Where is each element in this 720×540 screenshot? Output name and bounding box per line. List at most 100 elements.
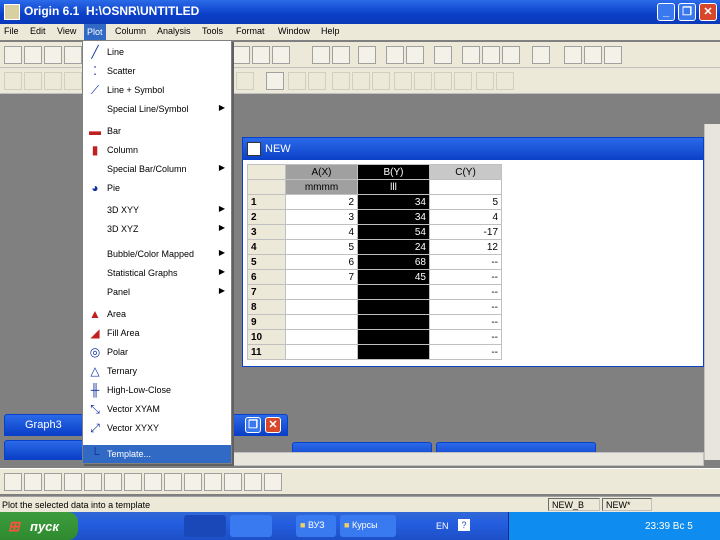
cell-c[interactable]: 12: [429, 239, 502, 255]
close-button[interactable]: ✕: [699, 3, 717, 21]
minimize-button[interactable]: _: [657, 3, 675, 21]
menu-plot[interactable]: Plot: [84, 24, 106, 40]
vector-xyxy-plot-icon[interactable]: [244, 473, 262, 491]
new-matrix-icon[interactable]: [64, 46, 82, 64]
duplicate-icon[interactable]: [406, 46, 424, 64]
plot-menu-item[interactable]: ⤢ Vector XYXY: [83, 419, 231, 437]
plot-menu-item[interactable]: ▬ Bar: [83, 122, 231, 140]
cell-a[interactable]: 4: [285, 224, 358, 240]
worksheet-new-window[interactable]: NEW A(X) B(Y) C(Y) mmmm lll 1 2 34 5 2 3 34 4 …: [242, 137, 704, 367]
column-header-a[interactable]: A(X): [285, 164, 358, 180]
row-header[interactable]: 3: [247, 224, 286, 240]
row-header[interactable]: 5: [247, 254, 286, 270]
plot-menu-item[interactable]: ⟋ Line + Symbol: [83, 81, 231, 99]
plot-menu-item[interactable]: ⤡ Vector XYAM: [83, 400, 231, 418]
row-header[interactable]: 6: [247, 269, 286, 285]
start-button[interactable]: ⊞ пуск: [0, 512, 78, 540]
menu-column[interactable]: Column: [115, 26, 146, 36]
pie-plot-icon[interactable]: [104, 473, 122, 491]
layer-tool4-icon[interactable]: [64, 72, 82, 90]
scatter-plot-icon[interactable]: [24, 473, 42, 491]
plot-menu-item[interactable]: Statistical Graphs ▶: [83, 264, 231, 282]
rectangle-tool-icon[interactable]: [476, 72, 494, 90]
vector-xyam-plot-icon[interactable]: [224, 473, 242, 491]
arrow-tool-icon[interactable]: [414, 72, 432, 90]
task-folder-kursy[interactable]: ■ Курсы: [340, 515, 396, 537]
minimized-window-3[interactable]: ❐ ✕: [232, 414, 288, 436]
cell-b[interactable]: 68: [357, 254, 430, 270]
print-icon[interactable]: [358, 46, 376, 64]
line-plot-icon[interactable]: [4, 473, 22, 491]
curved-arrow-tool-icon[interactable]: [434, 72, 452, 90]
menu-tools[interactable]: Tools: [202, 26, 223, 36]
row-header[interactable]: 8: [247, 299, 286, 315]
line-symbol-plot-icon[interactable]: [44, 473, 62, 491]
menu-window[interactable]: Window: [278, 26, 310, 36]
code-builder-icon[interactable]: [502, 46, 520, 64]
polar-plot-icon[interactable]: [164, 473, 182, 491]
fill-area-plot-icon[interactable]: [144, 473, 162, 491]
row-header[interactable]: 7: [247, 284, 286, 300]
layer-tool2-icon[interactable]: [24, 72, 42, 90]
row-header[interactable]: 2: [247, 209, 286, 225]
data-selector-icon[interactable]: [352, 72, 370, 90]
bar-plot-icon[interactable]: [84, 473, 102, 491]
cell-a[interactable]: 7: [285, 269, 358, 285]
column-header-c[interactable]: C(Y): [429, 164, 502, 180]
mini-close-button[interactable]: ✕: [265, 417, 281, 433]
workspace-vertical-scrollbar[interactable]: [704, 124, 720, 460]
cell-a[interactable]: 5: [285, 239, 358, 255]
line-tool-icon[interactable]: [454, 72, 472, 90]
tray-clock[interactable]: 23:39 Вс 5: [645, 521, 693, 532]
origin-app-icon[interactable]: [4, 4, 20, 20]
cell-a[interactable]: 6: [285, 254, 358, 270]
cell-c[interactable]: --: [429, 269, 502, 285]
cell-a[interactable]: 2: [285, 194, 358, 210]
menu-view[interactable]: View: [57, 26, 76, 36]
plot-menu-item[interactable]: └ Template...: [83, 445, 231, 463]
open-icon[interactable]: [232, 46, 250, 64]
plot-menu-item[interactable]: ╫ High-Low-Close: [83, 381, 231, 399]
project-explorer-icon[interactable]: [462, 46, 480, 64]
menu-edit[interactable]: Edit: [30, 26, 46, 36]
row-header[interactable]: 4: [247, 239, 286, 255]
quick-launch[interactable]: [96, 515, 158, 537]
cell-b[interactable]: [357, 299, 430, 315]
cell-c[interactable]: --: [429, 254, 502, 270]
cell-a[interactable]: [285, 344, 358, 360]
row-header[interactable]: 1: [247, 194, 286, 210]
cell-a[interactable]: [285, 314, 358, 330]
task-word[interactable]: [230, 515, 272, 537]
cut-icon[interactable]: [564, 46, 582, 64]
plot-menu-item[interactable]: 3D XYY ▶: [83, 201, 231, 219]
ternary-plot-icon[interactable]: [184, 473, 202, 491]
plot-menu-item[interactable]: Panel ▶: [83, 283, 231, 301]
help-icon[interactable]: ?: [458, 519, 470, 531]
cell-b[interactable]: 34: [357, 194, 430, 210]
plot-menu-item[interactable]: ▮ Column: [83, 141, 231, 159]
column-label-b[interactable]: lll: [357, 179, 430, 195]
row-header[interactable]: 9: [247, 314, 286, 330]
column-plot-icon[interactable]: [64, 473, 82, 491]
corner-cell[interactable]: [247, 164, 286, 180]
column-header-b[interactable]: B(Y): [357, 164, 430, 180]
refresh-icon[interactable]: [386, 46, 404, 64]
worksheet-titlebar[interactable]: NEW: [243, 138, 703, 160]
cell-b[interactable]: 34: [357, 209, 430, 225]
plot-menu-item[interactable]: 3D XYZ ▶: [83, 220, 231, 238]
screen-reader-icon[interactable]: [308, 72, 326, 90]
new-worksheet-icon[interactable]: [24, 46, 42, 64]
pointer-tool-icon[interactable]: [266, 72, 284, 90]
cell-a[interactable]: 3: [285, 209, 358, 225]
cell-b[interactable]: [357, 284, 430, 300]
row-header[interactable]: 10: [247, 329, 286, 345]
cell-b[interactable]: [357, 314, 430, 330]
plot-menu-item[interactable]: △ Ternary: [83, 362, 231, 380]
add-layer-icon[interactable]: [532, 46, 550, 64]
plot-menu-item[interactable]: ◢ Fill Area: [83, 324, 231, 342]
minimized-window-2[interactable]: [4, 440, 84, 460]
task-folder-vuz[interactable]: ■ ВУЗ: [296, 515, 336, 537]
paste-icon[interactable]: [604, 46, 622, 64]
task-origin[interactable]: [184, 515, 226, 537]
worksheet-grid[interactable]: A(X) B(Y) C(Y) mmmm lll 1 2 34 5 2 3 34 4 3 4 54…: [247, 164, 502, 360]
